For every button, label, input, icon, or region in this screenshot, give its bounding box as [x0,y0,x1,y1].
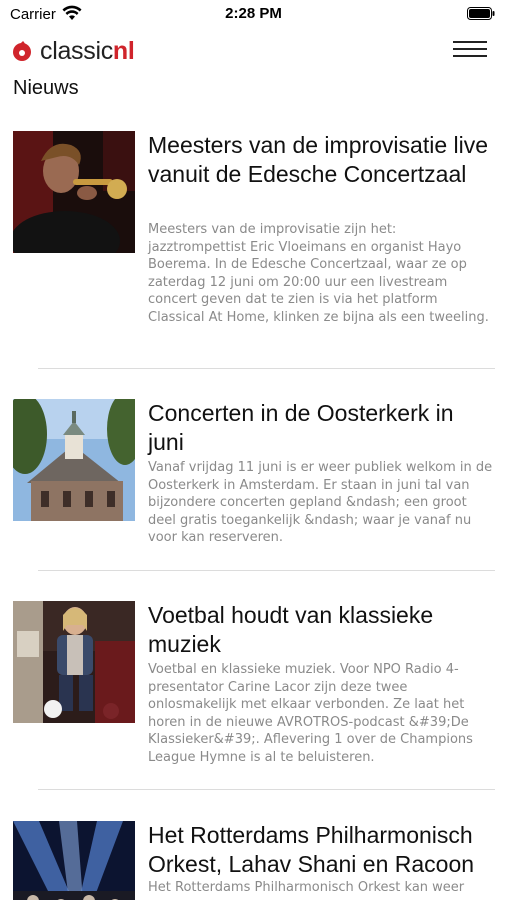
news-thumbnail [13,131,135,253]
logo-mark-icon [13,40,31,61]
news-title: Meesters van de improvisatie live vanuit… [148,132,489,187]
battery-icon [467,7,495,20]
news-thumbnail [13,399,135,521]
news-title: Voetbal houdt van klassieke muziek [148,602,434,657]
section-title: Nieuws [13,77,79,99]
news-title: Concerten in de Oosterkerk in juni [148,400,454,455]
hamburger-menu-icon[interactable] [453,41,487,61]
logo-text-main: classic [40,36,113,65]
news-item[interactable]: Concerten in de Oosterkerk in juni Vanaf… [13,399,495,549]
news-item[interactable]: Meesters van de improvisatie live vanuit… [13,131,495,346]
news-item[interactable]: Het Rotterdams Philharmonisch Orkest, La… [13,821,495,900]
news-thumbnail [13,821,135,900]
news-title: Het Rotterdams Philharmonisch Orkest, La… [148,822,475,877]
logo-text: classicnl [40,37,135,66]
divider [38,789,495,790]
app-header: classicnl [0,30,507,72]
news-thumbnail [13,601,135,723]
news-summary: Vanaf vrijdag 11 juni is er weer publiek… [148,460,493,545]
news-summary: Voetbal en klassieke muziek. Voor NPO Ra… [148,662,473,765]
news-summary: Meesters van de improvisatie zijn het: j… [148,222,489,325]
status-time: 2:28 PM [225,5,282,22]
status-bar: Carrier 2:28 PM [0,0,507,28]
logo-text-accent: nl [112,36,135,65]
classicnl-logo[interactable]: classicnl [12,36,135,66]
news-summary: Het Rotterdams Philharmonisch Orkest kan… [148,880,465,895]
news-item[interactable]: Voetbal houdt van klassieke muziek Voetb… [13,601,495,771]
divider [38,368,495,369]
divider [38,570,495,571]
